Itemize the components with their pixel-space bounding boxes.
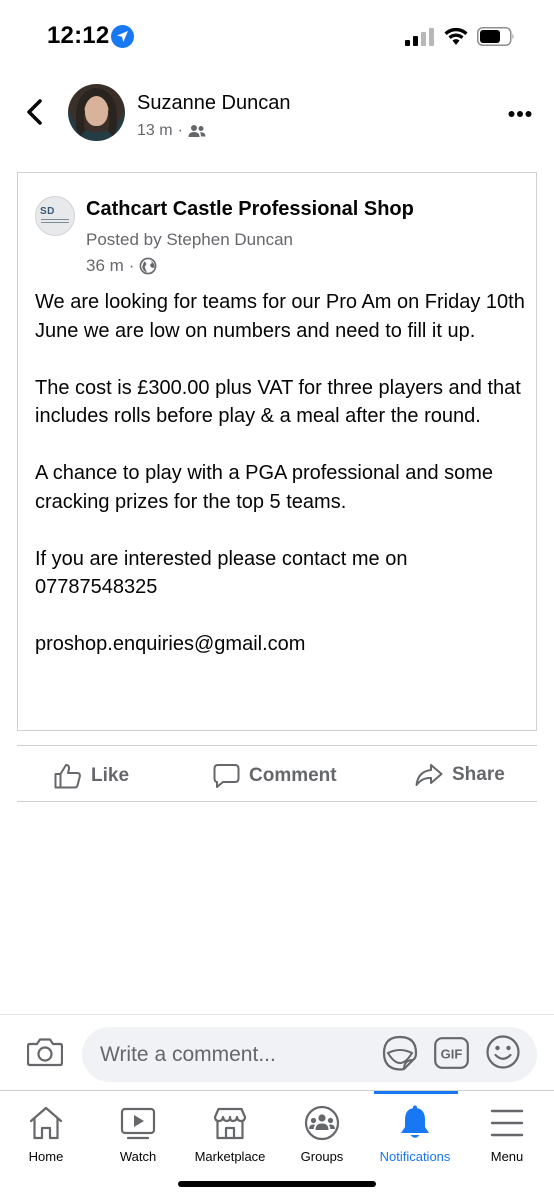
gif-icon: GIF [434, 1037, 469, 1069]
tab-watch[interactable]: Watch [92, 1103, 184, 1164]
comment-composer [0, 1014, 554, 1090]
action-row: Like Comment Share [17, 745, 537, 802]
wifi-icon [444, 27, 468, 45]
emoji-button[interactable] [486, 1035, 520, 1074]
tab-groups[interactable]: Groups [276, 1103, 368, 1164]
status-time: 12:12 [47, 22, 110, 49]
smiley-icon [486, 1035, 520, 1069]
comment-label: Comment [249, 765, 337, 786]
status-bar: 12:12 [0, 0, 554, 70]
avatar-hair [76, 88, 117, 140]
camera-button[interactable] [26, 1037, 64, 1072]
bell-icon [401, 1105, 429, 1138]
share-button[interactable]: Share [415, 763, 505, 787]
post-paragraph: The cost is £300.00 plus VAT for three p… [35, 376, 521, 428]
tab-marketplace[interactable]: Marketplace [184, 1103, 276, 1164]
comment-button[interactable]: Comment [213, 763, 337, 789]
author-name[interactable]: Suzanne Duncan [137, 92, 290, 115]
battery-icon [477, 27, 514, 46]
like-label: Like [91, 765, 130, 786]
tab-notifications[interactable]: Notifications [369, 1103, 461, 1164]
post-body: We are looking for teams for our Pro Am … [35, 288, 530, 659]
location-icon [111, 25, 134, 48]
sticker-icon [382, 1035, 418, 1071]
sticker-button[interactable] [382, 1035, 418, 1076]
share-label: Share [452, 764, 505, 785]
post-meta: 13 m · [137, 122, 206, 140]
tab-home[interactable]: Home [0, 1103, 92, 1164]
post-time: 13 m [137, 122, 173, 139]
shared-post-meta: 36 m · [86, 256, 157, 276]
post-paragraph: If you are interested please contact me … [35, 547, 408, 599]
meta-separator: · [177, 122, 183, 139]
post-paragraph: A chance to play with a PGA professional… [35, 462, 494, 513]
svg-text:GIF: GIF [441, 1047, 463, 1062]
friends-icon [188, 125, 206, 137]
post-paragraph-email[interactable]: proshop.enquiries@gmail.com [35, 630, 530, 659]
post-paragraph: We are looking for teams for our Pro Am … [35, 291, 525, 342]
camera-icon [26, 1038, 64, 1067]
more-dots-icon [508, 111, 532, 117]
shared-post-card[interactable]: SD Cathcart Castle Professional Shop Pos… [17, 172, 537, 731]
thumbs-up-icon [54, 764, 81, 789]
shared-post-time: 36 m [86, 256, 124, 275]
tab-label: Groups [300, 1149, 344, 1164]
home-indicator [178, 1181, 376, 1187]
menu-icon [490, 1109, 524, 1137]
page-logo-text: SD [40, 206, 55, 217]
more-options-button[interactable] [508, 105, 532, 123]
tab-label: Menu [490, 1149, 524, 1164]
tab-label: Marketplace [194, 1149, 266, 1164]
cellular-signal-icon [405, 28, 434, 46]
logo-line [41, 222, 69, 223]
comment-bubble-icon [213, 764, 240, 788]
page-name[interactable]: Cathcart Castle Professional Shop [86, 198, 414, 221]
tab-label: Notifications [379, 1149, 451, 1164]
chevron-left-icon [27, 99, 42, 125]
back-button[interactable] [22, 98, 48, 126]
tab-label: Home [28, 1149, 64, 1164]
globe-icon [140, 257, 157, 275]
groups-icon [304, 1105, 340, 1141]
meta-separator: · [128, 256, 135, 275]
logo-line [41, 219, 69, 220]
home-icon [29, 1106, 63, 1140]
active-tab-indicator [374, 1091, 458, 1094]
tab-label: Watch [119, 1149, 157, 1164]
gif-button[interactable]: GIF [434, 1037, 469, 1074]
like-button[interactable]: Like [54, 763, 129, 789]
page-logo-icon[interactable]: SD [35, 196, 75, 236]
share-arrow-icon [415, 764, 443, 786]
tab-menu[interactable]: Menu [461, 1103, 553, 1164]
posted-by: Posted by Stephen Duncan [86, 230, 293, 249]
marketplace-icon [213, 1107, 247, 1140]
author-avatar[interactable] [68, 84, 125, 141]
watch-icon [120, 1107, 156, 1140]
